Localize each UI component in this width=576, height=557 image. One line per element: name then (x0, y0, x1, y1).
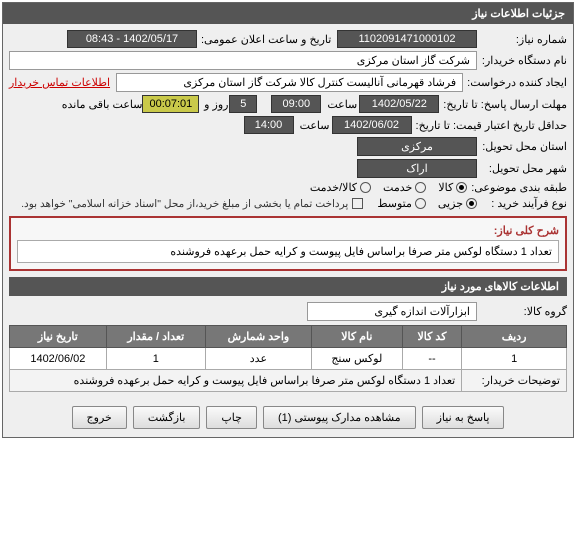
group-value: ابزارآلات اندازه گیری (307, 302, 477, 321)
requester-label: ایجاد کننده درخواست: (463, 76, 567, 89)
attachments-button[interactable]: مشاهده مدارک پیوستی (1) (263, 406, 416, 429)
summary-label: شرح کلی نیاز: (17, 224, 559, 237)
th-qty: تعداد / مقدار (106, 326, 205, 348)
back-button[interactable]: بازگشت (133, 406, 201, 429)
table-header-row: ردیف کد کالا نام کالا واحد شمارش تعداد /… (10, 326, 567, 348)
buyer-label: نام دستگاه خریدار: (477, 54, 567, 67)
th-code: کد کالا (402, 326, 462, 348)
requester-value: فرشاد قهرمانی آنالیست کنترل کالا شرکت گا… (116, 73, 463, 92)
treasury-checkbox[interactable] (352, 198, 363, 209)
rem-day-label: روز و (199, 98, 229, 111)
category-label: طبقه بندی موضوعی: (467, 181, 567, 194)
buyer-desc-value: تعداد 1 دستگاه لوکس متر صرفا براساس فایل… (10, 370, 462, 392)
th-name: نام کالا (311, 326, 402, 348)
answer-time: 09:00 (271, 95, 321, 113)
items-subheader: اطلاعات کالاهای مورد نیاز (9, 277, 567, 296)
radio-service[interactable]: خدمت (383, 181, 426, 194)
print-button[interactable]: چاپ (206, 406, 257, 429)
time-label-2: ساعت (294, 119, 332, 132)
valid-date: 1402/06/02 (332, 116, 412, 134)
cell-row: 1 (462, 348, 567, 370)
rem-time-label: ساعت باقی مانده (58, 98, 143, 111)
category-radio-group: کالا خدمت کالا/خدمت (310, 181, 467, 194)
cell-unit: عدد (205, 348, 311, 370)
radio-partial[interactable]: جزیی (438, 197, 477, 210)
items-table: ردیف کد کالا نام کالا واحد شمارش تعداد /… (9, 325, 567, 392)
button-bar: پاسخ به نیاز مشاهده مدارک پیوستی (1) چاپ… (3, 398, 573, 437)
answer-deadline-label: مهلت ارسال پاسخ: تا تاریخ: (439, 98, 567, 111)
table-row[interactable]: 1 -- لوکس سنج عدد 1 1402/06/02 (10, 348, 567, 370)
summary-box: شرح کلی نیاز: تعداد 1 دستگاه لوکس متر صر… (9, 216, 567, 271)
pay-note: پرداخت تمام یا بخشی از مبلغ خرید،از محل … (21, 198, 348, 210)
cell-code: -- (402, 348, 462, 370)
cell-date: 1402/06/02 (10, 348, 107, 370)
city-value: اراک (357, 159, 477, 178)
radio-icon (466, 198, 477, 209)
th-unit: واحد شمارش (205, 326, 311, 348)
table-desc-row: توضیحات خریدار: تعداد 1 دستگاه لوکس متر … (10, 370, 567, 392)
panel-title: جزئیات اطلاعات نیاز (3, 3, 573, 24)
reply-button[interactable]: پاسخ به نیاز (422, 406, 505, 429)
buy-type-label: نوع فرآیند خرید : (477, 197, 567, 210)
th-date: تاریخ نیاز (10, 326, 107, 348)
radio-icon (415, 182, 426, 193)
need-details-panel: جزئیات اطلاعات نیاز شماره نیاز: 11020914… (2, 2, 574, 438)
radio-icon (415, 198, 426, 209)
need-no-label: شماره نیاز: (477, 33, 567, 46)
summary-value: تعداد 1 دستگاه لوکس متر صرفا براساس فایل… (17, 240, 559, 263)
buyer-desc-label: توضیحات خریدار: (462, 370, 567, 392)
remain-days: 5 (229, 95, 257, 113)
answer-date: 1402/05/22 (359, 95, 439, 113)
radio-icon (456, 182, 467, 193)
province-value: مرکزی (357, 137, 477, 156)
buy-type-radio-group: جزیی متوسط (377, 197, 477, 210)
pub-date-value: 1402/05/17 - 08:43 (67, 30, 197, 48)
contact-link[interactable]: اطلاعات تماس خریدار (9, 76, 110, 89)
cell-qty: 1 (106, 348, 205, 370)
pub-date-label: تاریخ و ساعت اعلان عمومی: (197, 33, 337, 46)
th-row: ردیف (462, 326, 567, 348)
group-label: گروه کالا: (477, 305, 567, 318)
remain-time: 00:07:01 (142, 95, 199, 113)
radio-goods-service[interactable]: کالا/خدمت (310, 181, 371, 194)
valid-time: 14:00 (244, 116, 294, 134)
radio-goods[interactable]: کالا (438, 181, 467, 194)
min-valid-label: حداقل تاریخ اعتبار قیمت: تا تاریخ: (412, 119, 567, 132)
panel-body: شماره نیاز: 1102091471000102 تاریخ و ساع… (3, 24, 573, 398)
exit-button[interactable]: خروج (72, 406, 127, 429)
radio-icon (360, 182, 371, 193)
province-label: استان محل تحویل: (477, 140, 567, 153)
cell-name: لوکس سنج (311, 348, 402, 370)
time-label-1: ساعت (321, 98, 359, 111)
radio-mid[interactable]: متوسط (377, 197, 426, 210)
need-no-value: 1102091471000102 (337, 30, 477, 48)
buyer-value: شرکت گاز استان مرکزی (9, 51, 477, 70)
city-label: شهر محل تحویل: (477, 162, 567, 175)
